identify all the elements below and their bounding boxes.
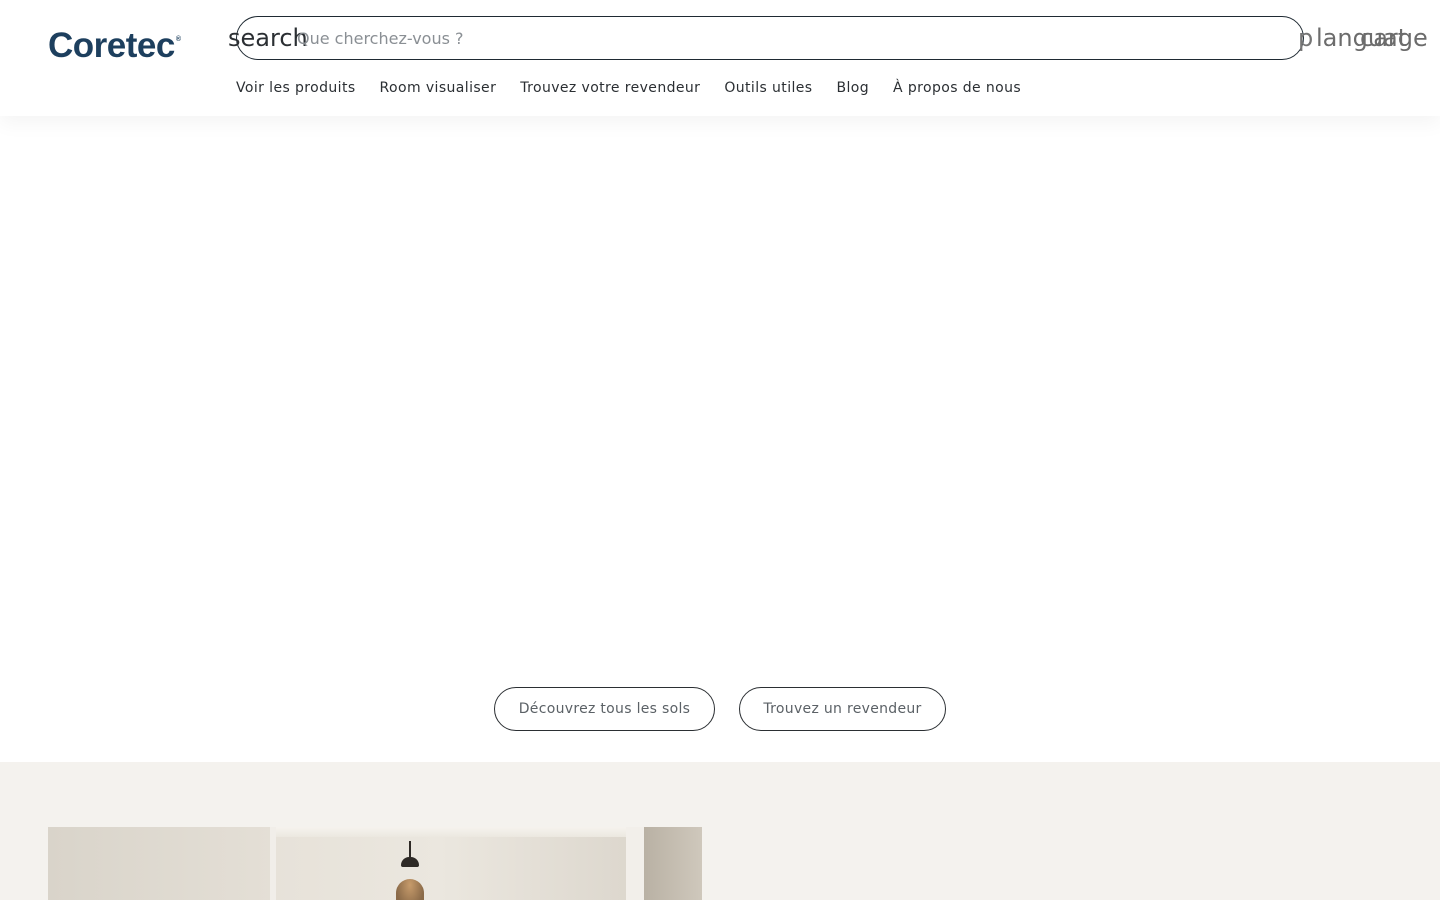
room-wall-right — [644, 827, 702, 900]
search-icon[interactable]: search — [228, 23, 308, 53]
search-form: search — [228, 16, 1304, 60]
page: Coretec ® search p language cart Voir le… — [0, 0, 1440, 900]
nav-item-blog[interactable]: Blog — [836, 76, 869, 100]
pendant-lamp-shade — [396, 879, 424, 900]
nav-item-a-propos-de-nous[interactable]: À propos de nous — [893, 76, 1021, 100]
nav-item-trouvez-votre-revendeur[interactable]: Trouvez votre revendeur — [520, 76, 700, 100]
logo-registered-mark: ® — [175, 36, 181, 43]
account-icon[interactable]: p — [1298, 20, 1313, 56]
cart-icon[interactable]: cart — [1360, 20, 1407, 56]
featured-section — [0, 762, 1440, 900]
room-interior-image — [48, 827, 702, 900]
nav-item-voir-les-produits[interactable]: Voir les produits — [236, 76, 356, 100]
site-header: Coretec ® search p language cart Voir le… — [0, 0, 1440, 116]
room-doorframe — [270, 827, 276, 900]
room-ceiling — [276, 827, 626, 837]
find-dealer-button[interactable]: Trouvez un revendeur — [739, 687, 946, 731]
pendant-lamp-cap — [401, 857, 419, 867]
logo-text: Coretec — [48, 26, 175, 65]
discover-floors-button[interactable]: Découvrez tous les sols — [494, 687, 715, 731]
room-wall-left — [48, 827, 273, 900]
hero-section: Découvrez tous les sols Trouvez un reven… — [0, 116, 1440, 762]
nav-item-outils-utiles[interactable]: Outils utiles — [724, 76, 812, 100]
nav-item-room-visualiser[interactable]: Room visualiser — [380, 76, 497, 100]
search-input[interactable] — [297, 25, 1277, 51]
main-nav: Voir les produits Room visualiser Trouve… — [236, 76, 1021, 100]
coretec-logo[interactable]: Coretec ® — [48, 28, 181, 64]
room-pillar — [626, 827, 644, 900]
